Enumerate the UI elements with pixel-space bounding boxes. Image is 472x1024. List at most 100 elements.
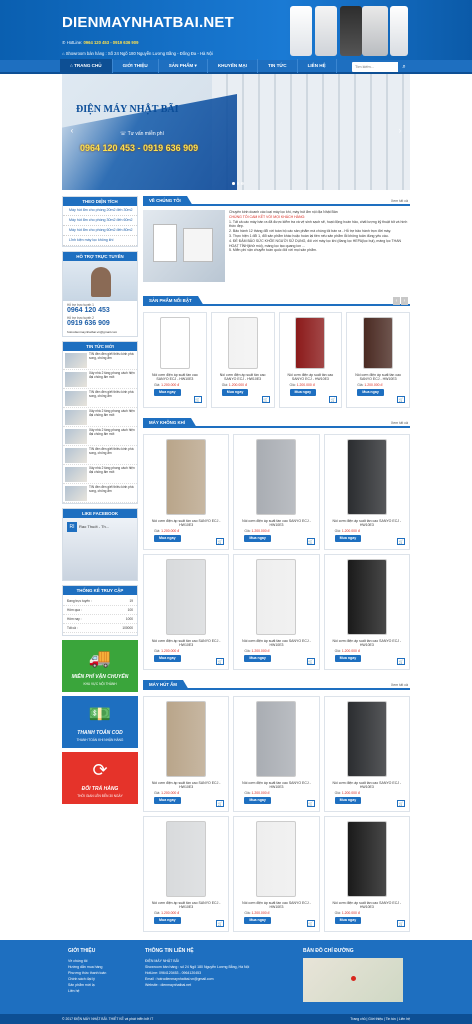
news-title[interactable]: TIN đèn đèn giết thiêu kính phá song, ch…: [89, 447, 135, 462]
product-image[interactable]: [363, 317, 394, 369]
cart-icon[interactable]: 🛒: [193, 396, 202, 403]
buy-now-button[interactable]: Mua ngay: [334, 654, 362, 662]
buy-now-button[interactable]: Mua ngay: [221, 388, 249, 396]
product-card[interactable]: Nồi cơm điện áp suất tần cao SANYO ECJ -…: [233, 696, 320, 812]
news-thumbnail[interactable]: [65, 353, 87, 368]
news-title[interactable]: TIN đèn đèn giết thiêu kính phá song, ch…: [89, 485, 135, 500]
cart-icon[interactable]: 🛒: [261, 396, 270, 403]
product-card[interactable]: Nồi cơm điện áp suất tần cao SANYO ECJ -…: [346, 312, 410, 408]
news-title[interactable]: TIN đèn đèn giết thiêu kính phá song, ch…: [89, 390, 135, 405]
product-card[interactable]: Nồi cơm điện áp suất tần cao SANYO ECJ -…: [323, 554, 410, 670]
news-thumbnail[interactable]: [65, 486, 87, 501]
area-item[interactable]: Lĩnh kiện máy lọc không khí: [63, 236, 137, 246]
search-input[interactable]: [352, 65, 398, 69]
product-name[interactable]: Nồi cơm điện áp suất tần cao SANYO ECJ -…: [325, 519, 409, 528]
slider-next-icon[interactable]: ›: [396, 126, 404, 136]
product-image[interactable]: [256, 439, 297, 515]
product-name[interactable]: Nồi cơm điện áp suất tần cao SANYO ECJ -…: [234, 781, 318, 790]
product-name[interactable]: Nồi cơm điện áp suất tần cao SANYO ECJ -…: [144, 639, 228, 648]
cart-icon[interactable]: 🛒: [306, 538, 315, 545]
product-name[interactable]: Nồi cơm điện áp suất tần cao SANYO ECJ -…: [212, 373, 274, 382]
nav-about[interactable]: GIỚI THIỆU: [113, 59, 159, 73]
buy-now-button[interactable]: Mua ngay: [244, 796, 271, 804]
cart-icon[interactable]: 🛒: [216, 800, 225, 807]
slider-dot[interactable]: [236, 182, 239, 185]
cart-icon[interactable]: 🛒: [397, 658, 405, 665]
product-name[interactable]: Nồi cơm điện áp suất tần cao SANYO ECJ -…: [234, 639, 318, 648]
cart-icon[interactable]: 🛒: [306, 920, 315, 927]
support2-phone[interactable]: 0919 636 909: [67, 320, 133, 327]
area-item[interactable]: Máy hút ẩm cho phòng 20m2 đến 30m2: [63, 206, 137, 216]
product-card[interactable]: Nồi cơm điện áp suất tần cao SANYO ECJ -…: [233, 434, 320, 550]
buy-now-button[interactable]: Mua ngay: [244, 916, 271, 924]
prev-arrow-icon[interactable]: ‹: [393, 297, 400, 305]
news-thumbnail[interactable]: [65, 391, 87, 406]
product-card[interactable]: Nồi cơm điện áp suất tần cao SANYO ECJ -…: [210, 312, 275, 408]
cart-icon[interactable]: 🛒: [216, 658, 225, 665]
area-item[interactable]: Máy hút ẩm cho phòng 60m2 đến 80m2: [63, 226, 137, 236]
buy-now-button[interactable]: Mua ngay: [334, 534, 362, 542]
buy-now-button[interactable]: Mua ngay: [154, 388, 181, 396]
buy-now-button[interactable]: Mua ngay: [289, 388, 317, 396]
news-item[interactable]: TIN đèn đèn giết thiêu kính phá song, ch…: [63, 351, 137, 370]
product-card[interactable]: Nồi cơm điện áp suất tần cao SANYO ECJ -…: [143, 816, 230, 932]
news-title[interactable]: Xây nhà 2 tầng phong cách hiện đại chống…: [89, 371, 135, 386]
news-item[interactable]: TIN đèn đèn giết thiêu kính phá song, ch…: [63, 446, 137, 465]
nav-home[interactable]: ⌂ TRANG CHỦ: [60, 59, 113, 73]
product-image[interactable]: [256, 559, 297, 635]
product-card[interactable]: Nồi cơm điện áp suất tần cao SANYO ECJ -…: [233, 816, 320, 932]
product-name[interactable]: Nồi cơm điện áp suất tần cao SANYO ECJ -…: [325, 901, 409, 910]
product-name[interactable]: Nồi cơm điện áp suất tần cao SANYO ECJ -…: [144, 781, 228, 790]
news-thumbnail[interactable]: [65, 372, 87, 387]
news-thumbnail[interactable]: [65, 467, 87, 482]
news-item[interactable]: TIN đèn đèn giết thiêu kính phá song, ch…: [63, 484, 137, 503]
dehumidifier-more-link[interactable]: Xem tất cả: [391, 681, 408, 689]
cart-icon[interactable]: 🛒: [397, 920, 405, 927]
cart-icon[interactable]: 🛒: [216, 538, 225, 545]
buy-now-button[interactable]: Mua ngay: [357, 388, 384, 396]
product-name[interactable]: Nồi cơm điện áp suất tần cao SANYO ECJ -…: [325, 781, 409, 790]
promo-banner[interactable]: 🚚 MIỄN PHÍ VẬN CHUYỂN KHU VỰC NỘI THÀNH: [62, 640, 138, 692]
nav-news[interactable]: TIN TỨC: [258, 59, 298, 73]
product-name[interactable]: Nồi cơm điện áp suất tần cao SANYO ECJ -…: [234, 519, 318, 528]
product-image[interactable]: [159, 317, 190, 369]
product-image[interactable]: [166, 439, 207, 515]
nav-contact[interactable]: LIÊN HỆ: [298, 59, 337, 73]
product-card[interactable]: Nồi cơm điện áp suất tần cao SANYO ECJ -…: [143, 312, 207, 408]
map-image[interactable]: [303, 958, 403, 1002]
site-logo[interactable]: DIENMAYNHATBAI.NET: [62, 14, 234, 31]
news-thumbnail[interactable]: [65, 448, 87, 463]
product-card[interactable]: Nồi cơm điện áp suất tần cao SANYO ECJ -…: [233, 554, 320, 670]
buy-now-button[interactable]: Mua ngay: [244, 654, 271, 662]
promo-banner[interactable]: ⟳ ĐỔI TRẢ HÀNG THỜI GIAN LÊN ĐẾN 30 NGÀY: [62, 752, 138, 804]
product-image[interactable]: [346, 559, 387, 635]
support-email[interactable]: hotrodienmaynhatbai.vn@gmail.com: [67, 330, 133, 334]
news-title[interactable]: TIN đèn đèn giết thiêu kính phá song, ch…: [89, 352, 135, 367]
cart-icon[interactable]: 🛒: [306, 800, 315, 807]
product-image[interactable]: [256, 701, 297, 777]
buy-now-button[interactable]: Mua ngay: [244, 534, 271, 542]
product-image[interactable]: [346, 439, 387, 515]
product-card[interactable]: Nồi cơm điện áp suất tần cao SANYO ECJ -…: [323, 696, 410, 812]
next-arrow-icon[interactable]: ›: [401, 297, 408, 305]
product-card[interactable]: Nồi cơm điện áp suất tần cao SANYO ECJ -…: [278, 312, 343, 408]
product-image[interactable]: [346, 701, 387, 777]
hero-banner[interactable]: ĐIỆN MÁY NHẬT BÃI ☏ Tư vấn miễn phí 0964…: [62, 74, 410, 190]
cart-icon[interactable]: 🛒: [306, 658, 315, 665]
news-title[interactable]: Xây nhà 2 tầng phong cách hiện đại chống…: [89, 409, 135, 424]
news-item[interactable]: Xây nhà 2 tầng phong cách hiện đại chống…: [63, 408, 137, 427]
cart-icon[interactable]: 🛒: [329, 396, 338, 403]
nav-products[interactable]: SẢN PHẨM ▾: [159, 59, 208, 73]
search-icon[interactable]: ⌕: [398, 62, 410, 72]
product-name[interactable]: Nồi cơm điện áp suất tần cao SANYO ECJ -…: [280, 373, 342, 382]
news-item[interactable]: TIN đèn đèn giết thiêu kính phá song, ch…: [63, 389, 137, 408]
buy-now-button[interactable]: Mua ngay: [334, 916, 362, 924]
footer-link[interactable]: Liên hệ: [68, 988, 106, 994]
product-image[interactable]: [227, 317, 258, 369]
news-item[interactable]: Xây nhà 2 tầng phong cách hiện đại chống…: [63, 370, 137, 389]
slider-dot[interactable]: [241, 182, 244, 185]
slider-dot[interactable]: [232, 182, 235, 185]
product-name[interactable]: Nồi cơm điện áp suất tần cao SANYO ECJ -…: [325, 639, 409, 648]
news-item[interactable]: Xây nhà 2 tầng phong cách hiện đại chống…: [63, 465, 137, 484]
product-name[interactable]: Nồi cơm điện áp suất tần cao SANYO ECJ -…: [347, 373, 409, 382]
